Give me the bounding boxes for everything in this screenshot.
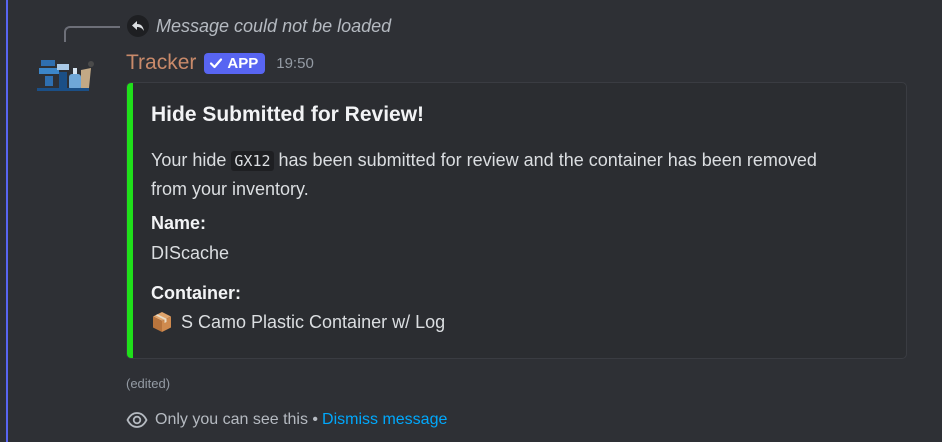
app-badge: APP (204, 52, 266, 74)
field-container-value: S Camo Plastic Container w/ Log (151, 311, 445, 333)
message: Message could not be loaded Tracker APP … (0, 0, 942, 442)
desc-text-before: Your hide (151, 150, 232, 170)
field-name-label: Name: (151, 213, 207, 233)
embed-description: Your hide GX12 has been submitted for re… (151, 146, 851, 203)
embed-title: Hide Submitted for Review! (151, 103, 425, 126)
reply-connector (64, 26, 120, 42)
field-name-value-text: DIScache (151, 243, 230, 263)
author-name[interactable]: Tracker (126, 51, 196, 75)
field-name-value: DIScache (151, 243, 229, 264)
edited-label: (edited) (126, 376, 171, 391)
embed-card: Hide Submitted for Review! Your hide GX1… (126, 82, 907, 359)
field-container-label: Container: (151, 283, 241, 303)
field-container-value-text: S Camo Plastic Container w/ Log (181, 311, 446, 332)
checkmark-icon (210, 58, 223, 69)
eye-icon (126, 412, 148, 428)
highlight-bar (6, 0, 8, 442)
hide-code: GX12 (231, 151, 274, 171)
app-badge-label: APP (227, 54, 259, 72)
author-row: Tracker APP 19:50 (126, 50, 314, 76)
ephemeral-text: Only you can see this • (155, 411, 319, 428)
reply-arrow-icon (127, 15, 149, 37)
avatar[interactable] (35, 54, 99, 102)
timestamp[interactable]: 19:50 (276, 55, 314, 72)
embed-accent-bar (127, 83, 133, 358)
package-icon (153, 312, 171, 332)
reply-preview[interactable]: Message could not be loaded (156, 16, 391, 37)
dismiss-message-link[interactable]: Dismiss message (322, 411, 447, 429)
ephemeral-notice: Only you can see this • Dismiss message (126, 409, 447, 431)
